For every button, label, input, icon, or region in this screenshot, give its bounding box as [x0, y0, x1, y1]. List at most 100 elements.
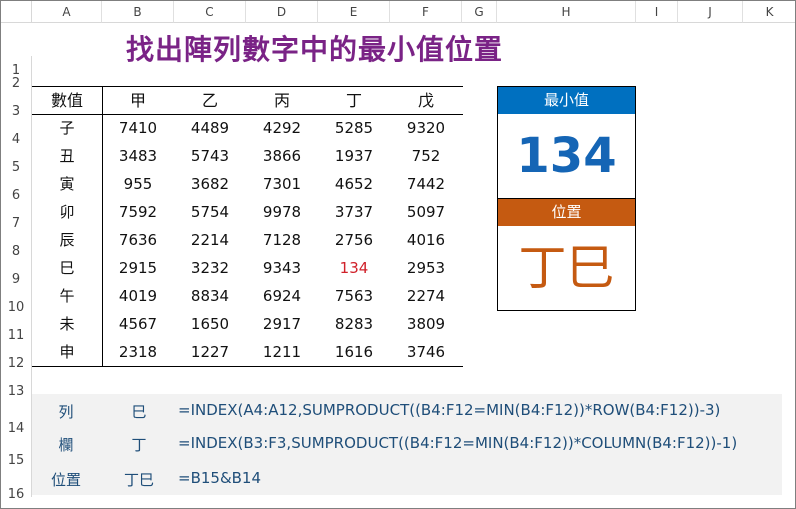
- table-cell: 2318: [118, 343, 158, 361]
- column-header-K[interactable]: K: [743, 1, 795, 23]
- row-header-12[interactable]: 12: [1, 338, 32, 371]
- formula-label: 位置: [50, 471, 81, 489]
- row-header-2[interactable]: 2: [1, 73, 32, 91]
- column-header-B[interactable]: B: [102, 1, 174, 23]
- table-cell: 955: [123, 175, 153, 193]
- column-label-戊: 戊: [417, 91, 434, 110]
- table-cell: 2915: [118, 259, 158, 277]
- row-label-申: 申: [59, 343, 75, 361]
- formula-result[interactable]: 丁巳: [119, 469, 159, 490]
- table-cell: 4567: [118, 315, 158, 333]
- row-header-16[interactable]: 16: [1, 463, 32, 502]
- column-header-J[interactable]: J: [678, 1, 743, 23]
- table-cell: 3746: [406, 343, 446, 361]
- position-header: 位置: [498, 199, 635, 226]
- table-cell: 5754: [190, 203, 230, 221]
- formula-label: 列: [58, 403, 74, 421]
- row-header-11[interactable]: 11: [1, 310, 32, 343]
- column-label-丁: 丁: [345, 91, 362, 110]
- column-header-H[interactable]: H: [497, 1, 636, 23]
- table-cell: 8834: [190, 287, 230, 305]
- table-cell: 2917: [262, 315, 302, 333]
- column-header-D[interactable]: D: [246, 1, 318, 23]
- table-cell: 8283: [334, 315, 374, 333]
- table-cell: 1650: [190, 315, 230, 333]
- row-header-1[interactable]: 1: [1, 56, 32, 78]
- formula-text: =B15&B14: [178, 469, 262, 487]
- table-cell: 2953: [406, 259, 446, 277]
- table-cell: 9343: [262, 259, 302, 277]
- table-corner-label: 數值: [50, 91, 83, 110]
- table-cell: 5743: [190, 147, 230, 165]
- table-cell: 3682: [190, 175, 230, 193]
- row-header-14[interactable]: 14: [1, 394, 32, 436]
- table-cell: 3483: [118, 147, 158, 165]
- column-label-乙: 乙: [201, 91, 218, 110]
- table-cell: 1616: [334, 343, 374, 361]
- row-header-5[interactable]: 5: [1, 142, 32, 175]
- table-cell: 1937: [334, 147, 374, 165]
- row-header-3[interactable]: 3: [1, 86, 32, 119]
- table-cell: 2756: [334, 231, 374, 249]
- select-all-corner[interactable]: [1, 1, 32, 23]
- row-header-15[interactable]: 15: [1, 431, 32, 468]
- row-label-丑: 丑: [59, 147, 75, 165]
- table-cell: 3809: [406, 315, 446, 333]
- table-cell: 9320: [406, 119, 446, 137]
- position-value: 丁巳: [518, 240, 615, 296]
- table-cell: 4016: [406, 231, 446, 249]
- table-cell: 4489: [190, 119, 230, 137]
- table-cell: 3737: [334, 203, 374, 221]
- table-bottom-border: [32, 366, 463, 367]
- row-label-巳: 巳: [59, 259, 75, 277]
- min-value-header: 最小值: [498, 87, 635, 114]
- row-header-7[interactable]: 7: [1, 198, 32, 231]
- formula-result[interactable]: 丁: [119, 434, 159, 455]
- column-header-E[interactable]: E: [318, 1, 390, 23]
- row-label-辰: 辰: [59, 231, 75, 249]
- table-cell: 7563: [334, 287, 374, 305]
- column-header-I[interactable]: I: [636, 1, 678, 23]
- column-header-A[interactable]: A: [32, 1, 102, 23]
- row-label-卯: 卯: [59, 203, 75, 221]
- row-label-寅: 寅: [59, 175, 75, 193]
- formula-result[interactable]: 巳: [119, 401, 159, 422]
- table-cell: 7592: [118, 203, 158, 221]
- row-header-10[interactable]: 10: [1, 282, 32, 315]
- table-cell: 2214: [190, 231, 230, 249]
- table-cell: 7442: [406, 175, 446, 193]
- table-cell: 1227: [190, 343, 230, 361]
- row-header-9[interactable]: 9: [1, 254, 32, 287]
- table-cell: 7301: [262, 175, 302, 193]
- table-cell: 5097: [406, 203, 446, 221]
- table-cell: 134: [339, 259, 369, 277]
- column-header-G[interactable]: G: [462, 1, 497, 23]
- sheet-title: 找出陣列數字中的最小值位置: [126, 33, 504, 66]
- min-value: 134: [516, 128, 617, 184]
- spreadsheet-grid[interactable]: ABCDEFGHIJK 1 2 3 4 5 6 7 8 9 10 11 12 13 14 15 16 找出陣列…: [0, 0, 796, 509]
- column-label-丙: 丙: [273, 91, 290, 110]
- column-header-C[interactable]: C: [174, 1, 246, 23]
- column-label-甲: 甲: [129, 91, 146, 110]
- column-header-F[interactable]: F: [390, 1, 462, 23]
- formula-label: 欄: [58, 436, 74, 454]
- table-cell: 4292: [262, 119, 302, 137]
- row-header-6[interactable]: 6: [1, 170, 32, 203]
- table-cell: 9978: [262, 203, 302, 221]
- table-cell: 7128: [262, 231, 302, 249]
- table-cell: 4652: [334, 175, 374, 193]
- table-cell: 3232: [190, 259, 230, 277]
- formula-text: =INDEX(B3:F3,SUMPRODUCT((B4:F12=MIN(B4:F…: [178, 434, 738, 452]
- row-header-8[interactable]: 8: [1, 226, 32, 259]
- row-label-子: 子: [59, 119, 75, 137]
- row-label-未: 未: [59, 315, 75, 333]
- table-cell: 3866: [262, 147, 302, 165]
- table-cell: 6924: [262, 287, 302, 305]
- row-label-午: 午: [59, 287, 75, 305]
- row-header-13[interactable]: 13: [1, 366, 32, 399]
- row-header-4[interactable]: 4: [1, 114, 32, 147]
- table-cell: 7410: [118, 119, 158, 137]
- formula-text: =INDEX(A4:A12,SUMPRODUCT((B4:F12=MIN(B4:…: [178, 401, 721, 419]
- table-cell: 4019: [118, 287, 158, 305]
- table-cell: 1211: [262, 343, 302, 361]
